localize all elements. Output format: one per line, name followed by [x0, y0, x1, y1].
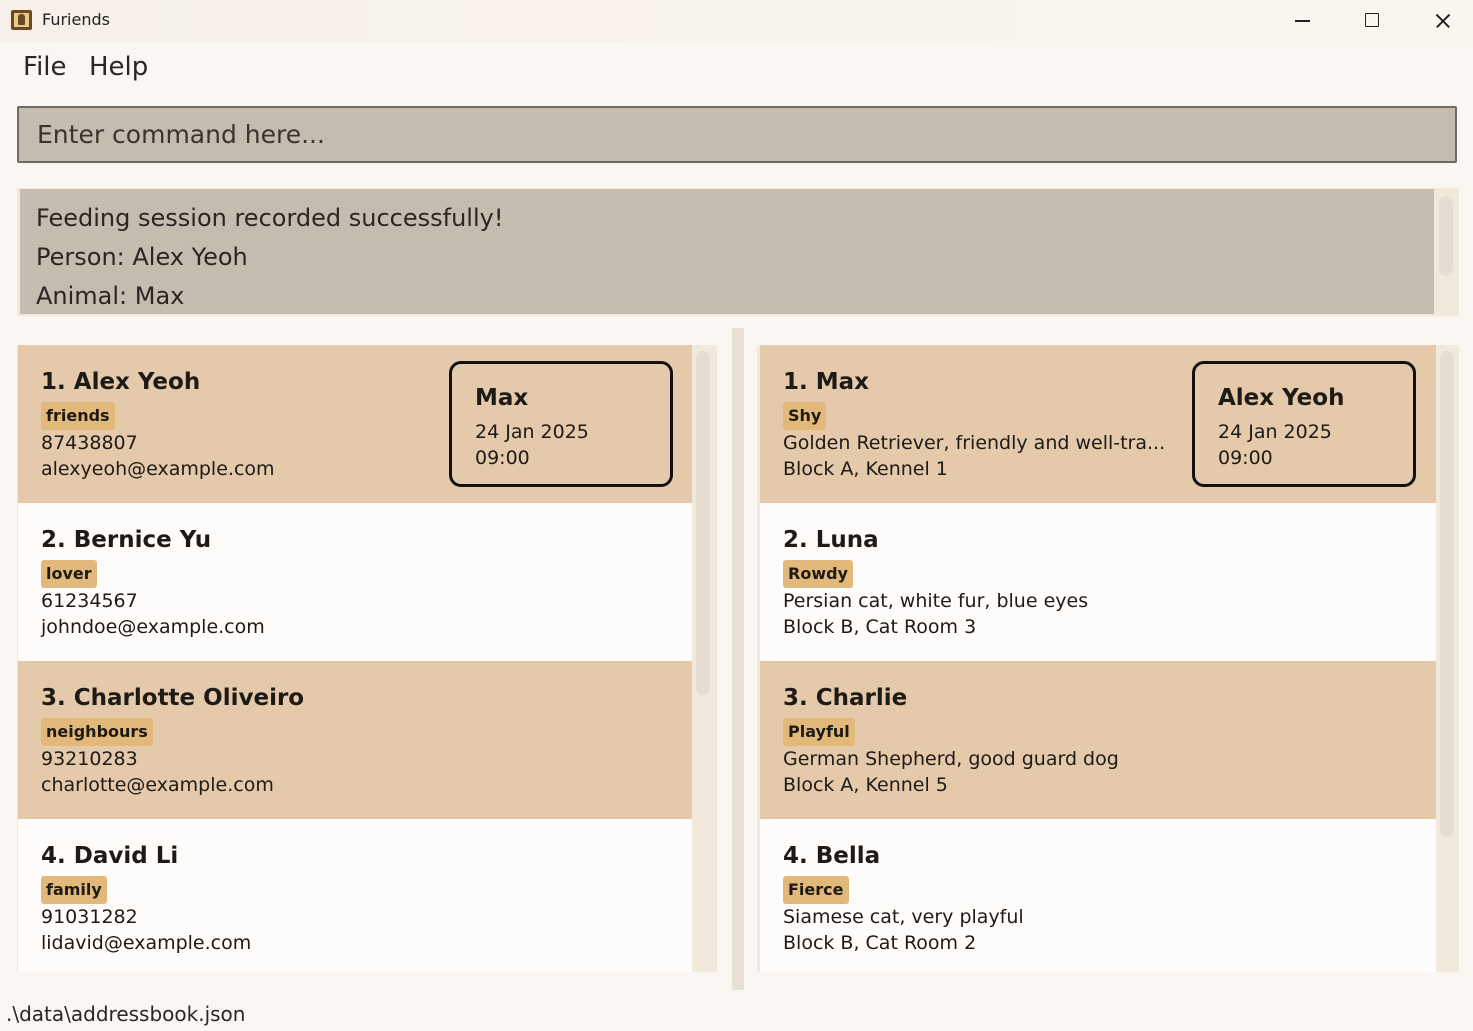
animal-location: Block A, Kennel 1 — [783, 458, 948, 480]
title-bar: Furiends — [0, 0, 1473, 42]
scroll-thumb[interactable] — [696, 351, 710, 695]
person-name: 2. Bernice Yu — [41, 527, 212, 553]
person-list-scrollbar[interactable] — [692, 345, 714, 972]
person-phone: 91031282 — [41, 906, 138, 928]
feeding-animal-name: Max — [475, 385, 529, 411]
person-email: charlotte@example.com — [41, 774, 274, 796]
scroll-thumb[interactable] — [1440, 351, 1454, 837]
person-email: johndoe@example.com — [41, 616, 265, 638]
menu-bar: File Help — [0, 46, 1473, 92]
person-phone: 87438807 — [41, 432, 138, 454]
animal-location: Block B, Cat Room 2 — [783, 932, 977, 954]
menu-help[interactable]: Help — [89, 52, 148, 82]
result-line: Feeding session recorded successfully! — [36, 204, 504, 232]
animal-description: Golden Retriever, friendly and well-tra.… — [783, 432, 1166, 454]
feeding-session-box: Max 24 Jan 2025 09:00 — [449, 361, 673, 487]
animal-list-scrollbar[interactable] — [1436, 345, 1458, 972]
feeding-person-name: Alex Yeoh — [1218, 385, 1345, 411]
feeding-session-box: Alex Yeoh 24 Jan 2025 09:00 — [1192, 361, 1416, 487]
feeding-date: 24 Jan 2025 — [1218, 421, 1332, 443]
result-text-area: Feeding session recorded successfully! P… — [20, 189, 1434, 314]
person-card[interactable]: 2. Bernice Yu lover 61234567 johndoe@exa… — [18, 503, 692, 661]
animal-name: 2. Luna — [783, 527, 879, 553]
animal-name: 3. Charlie — [783, 685, 908, 711]
person-tag: neighbours — [41, 718, 153, 746]
person-tag: lover — [41, 560, 97, 588]
animal-tag: Shy — [783, 402, 827, 430]
animal-description: German Shepherd, good guard dog — [783, 748, 1119, 770]
animal-description: Persian cat, white fur, blue eyes — [783, 590, 1089, 612]
animal-tag: Fierce — [783, 876, 849, 904]
result-display: Feeding session recorded successfully! P… — [17, 188, 1459, 316]
window-title: Furiends — [42, 10, 110, 29]
animal-name: 1. Max — [783, 369, 870, 395]
animal-card[interactable]: 2. Luna Rowdy Persian cat, white fur, bl… — [760, 503, 1436, 661]
animal-tag: Playful — [783, 718, 855, 746]
person-card[interactable]: 4. David Li family 91031282 lidavid@exam… — [18, 819, 692, 972]
person-card[interactable]: 1. Alex Yeoh friends 87438807 alexyeoh@e… — [18, 345, 692, 503]
person-name: 4. David Li — [41, 843, 179, 869]
animal-location: Block B, Cat Room 3 — [783, 616, 977, 638]
feeding-time: 09:00 — [1218, 447, 1273, 469]
person-tag: friends — [41, 402, 115, 430]
animal-name: 4. Bella — [783, 843, 881, 869]
animal-card[interactable]: 4. Bella Fierce Siamese cat, very playfu… — [760, 819, 1436, 972]
animal-card[interactable]: 1. Max Shy Golden Retriever, friendly an… — [760, 345, 1436, 503]
panel-divider[interactable] — [732, 328, 744, 990]
result-line: Animal: Max — [36, 282, 185, 310]
minimize-icon[interactable] — [1267, 0, 1337, 42]
animal-location: Block A, Kennel 5 — [783, 774, 948, 796]
person-list: 1. Alex Yeoh friends 87438807 alexyeoh@e… — [17, 328, 717, 988]
person-card[interactable]: 3. Charlotte Oliveiro neighbours 9321028… — [18, 661, 692, 819]
app-logo-icon — [11, 10, 32, 30]
close-icon[interactable] — [1407, 0, 1473, 42]
person-email: alexyeoh@example.com — [41, 458, 275, 480]
person-name: 1. Alex Yeoh — [41, 369, 201, 395]
feeding-date: 24 Jan 2025 — [475, 421, 589, 443]
animal-description: Siamese cat, very playful — [783, 906, 1024, 928]
command-box — [17, 106, 1457, 163]
animal-card[interactable]: 3. Charlie Playful German Shepherd, good… — [760, 661, 1436, 819]
maximize-icon[interactable] — [1337, 0, 1407, 42]
result-scrollbar[interactable] — [1439, 196, 1453, 276]
person-email: lidavid@example.com — [41, 932, 252, 954]
menu-file[interactable]: File — [23, 52, 67, 82]
person-phone: 93210283 — [41, 748, 138, 770]
result-line: Person: Alex Yeoh — [36, 243, 248, 271]
animal-tag: Rowdy — [783, 560, 853, 588]
person-phone: 61234567 — [41, 590, 138, 612]
animal-list: 1. Max Shy Golden Retriever, friendly an… — [757, 328, 1459, 988]
person-tag: family — [41, 876, 107, 904]
person-name: 3. Charlotte Oliveiro — [41, 685, 305, 711]
command-input[interactable] — [19, 108, 1455, 161]
status-bar-file-path: .\data\addressbook.json — [6, 1002, 246, 1026]
feeding-time: 09:00 — [475, 447, 530, 469]
